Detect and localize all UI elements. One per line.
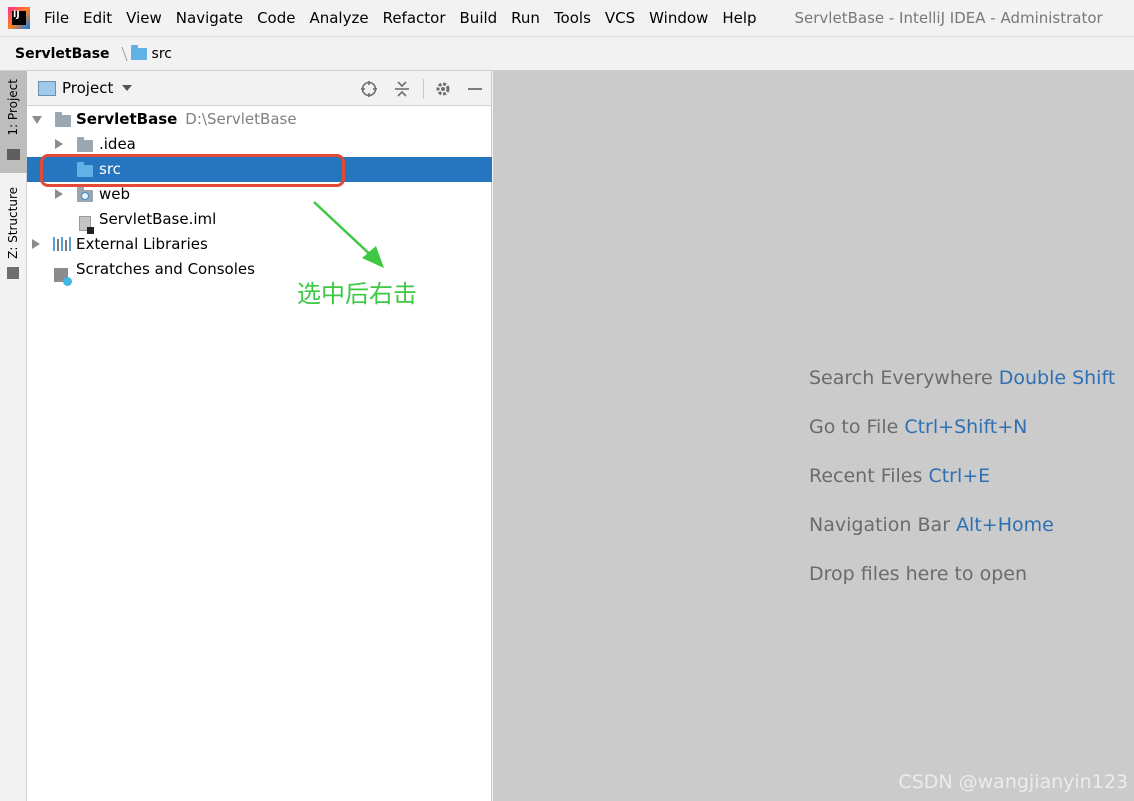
crosshair-icon bbox=[361, 81, 377, 97]
tree-node-external-libraries[interactable]: External Libraries bbox=[27, 232, 492, 257]
module-folder-icon bbox=[55, 112, 71, 127]
menu-window[interactable]: Window bbox=[643, 9, 716, 27]
folder-icon bbox=[77, 137, 93, 152]
tree-node-label: web bbox=[99, 185, 131, 203]
chevron-down-icon[interactable] bbox=[122, 85, 133, 91]
breadcrumb-project[interactable]: ServletBase bbox=[15, 46, 110, 62]
menu-build[interactable]: Build bbox=[454, 9, 506, 27]
tab-project-label: 1: Project bbox=[6, 79, 20, 136]
menu-file[interactable]: File bbox=[40, 9, 77, 27]
tree-node-iml[interactable]: ServletBase.iml bbox=[27, 207, 492, 234]
project-panel-header: Project bbox=[27, 71, 491, 106]
menu-help[interactable]: Help bbox=[716, 9, 764, 27]
tab-structure[interactable]: Z: Structure bbox=[0, 181, 27, 281]
breadcrumb-separator-icon bbox=[111, 46, 128, 61]
window-title: ServletBase - IntelliJ IDEA - Administra… bbox=[794, 9, 1103, 27]
hint-navigation-bar: Navigation Bar Alt+Home bbox=[809, 514, 1054, 536]
hint-search-everywhere: Search Everywhere Double Shift bbox=[809, 367, 1116, 389]
collapse-icon bbox=[395, 81, 409, 97]
minimize-icon bbox=[468, 88, 482, 90]
collapsed-arrow-icon[interactable] bbox=[55, 189, 63, 199]
library-icon bbox=[53, 237, 71, 251]
hint-go-to-file: Go to File Ctrl+Shift+N bbox=[809, 416, 1028, 438]
hint-drop-files: Drop files here to open bbox=[809, 563, 1028, 585]
tree-node-project-root[interactable]: ServletBase D:\ServletBase bbox=[27, 107, 492, 132]
menu-code[interactable]: Code bbox=[251, 9, 303, 27]
tab-project[interactable]: 1: Project bbox=[0, 71, 27, 173]
folder-icon bbox=[130, 44, 147, 60]
tree-node-label: ServletBase D:\ServletBase bbox=[76, 110, 297, 128]
menu-run[interactable]: Run bbox=[505, 9, 548, 27]
annotation-arrow-icon bbox=[313, 201, 384, 268]
menu-navigate[interactable]: Navigate bbox=[170, 9, 251, 27]
tree-node-label: ServletBase.iml bbox=[99, 210, 217, 228]
project-folder-icon bbox=[7, 149, 20, 160]
header-divider bbox=[423, 79, 424, 99]
project-view-icon bbox=[38, 80, 56, 96]
menu-edit[interactable]: Edit bbox=[77, 9, 120, 27]
tree-node-label: Scratches and Consoles bbox=[76, 260, 255, 278]
tab-structure-label: Z: Structure bbox=[6, 187, 20, 259]
expand-arrow-icon[interactable] bbox=[32, 116, 42, 124]
menu-refactor[interactable]: Refactor bbox=[377, 9, 454, 27]
settings-button[interactable] bbox=[433, 79, 453, 99]
tree-node-label: External Libraries bbox=[76, 235, 208, 253]
menu-vcs[interactable]: VCS bbox=[599, 9, 643, 27]
hint-recent-files: Recent Files Ctrl+E bbox=[809, 465, 991, 487]
gear-icon bbox=[436, 82, 450, 96]
collapsed-arrow-icon[interactable] bbox=[32, 239, 40, 249]
menu-view[interactable]: View bbox=[120, 9, 170, 27]
menu-tools[interactable]: Tools bbox=[548, 9, 599, 27]
tree-node-label: .idea bbox=[99, 135, 136, 153]
hide-panel-button[interactable] bbox=[465, 79, 485, 99]
menu-analyze[interactable]: Analyze bbox=[303, 9, 376, 27]
scratches-icon bbox=[54, 267, 72, 286]
web-folder-icon bbox=[77, 187, 93, 202]
structure-icon bbox=[7, 267, 19, 279]
intellij-logo-icon: IJ bbox=[8, 7, 30, 29]
tool-window-strip: 1: Project Z: Structure bbox=[0, 71, 27, 801]
collapsed-arrow-icon[interactable] bbox=[55, 139, 63, 149]
project-view-selector[interactable]: Project bbox=[62, 79, 113, 97]
breadcrumb-folder[interactable]: src bbox=[152, 46, 172, 62]
locate-file-button[interactable] bbox=[359, 79, 379, 99]
editor-empty-area[interactable]: Search Everywhere Double Shift Go to Fil… bbox=[493, 71, 1134, 801]
annotation-highlight-box bbox=[40, 154, 345, 187]
watermark: CSDN @wangjianyin123 bbox=[898, 771, 1128, 793]
menu-bar: IJ File Edit View Navigate Code Analyze … bbox=[0, 0, 1134, 36]
module-file-icon bbox=[79, 216, 94, 234]
collapse-all-button[interactable] bbox=[392, 79, 412, 99]
annotation-text: 选中后右击 bbox=[297, 280, 417, 308]
breadcrumb: ServletBase src bbox=[0, 36, 1134, 71]
tree-node-scratches[interactable]: Scratches and Consoles bbox=[27, 257, 492, 286]
